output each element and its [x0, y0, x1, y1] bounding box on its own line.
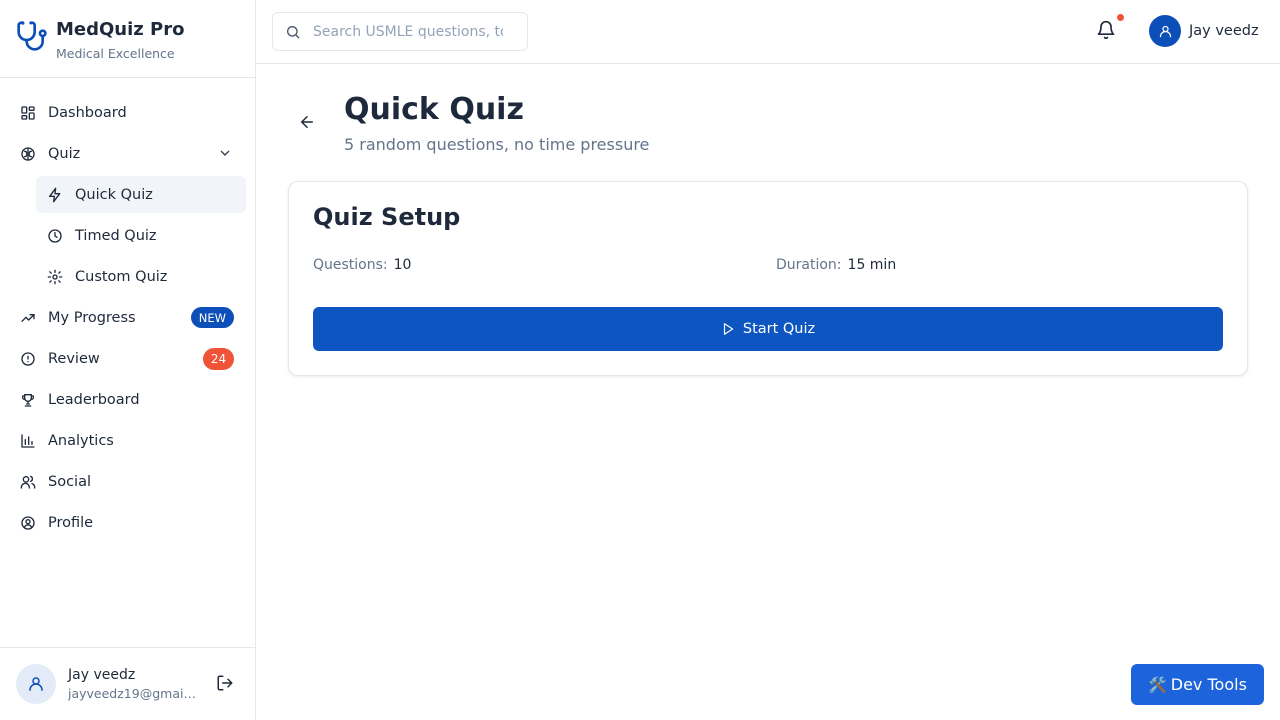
card-title: Quiz Setup [313, 203, 461, 231]
top-header: Jay veedz [256, 0, 1280, 64]
quiz-setup-card: Quiz Setup Questions: 10 Duration: 15 min … [288, 181, 1248, 376]
trending-up-icon [20, 310, 36, 326]
duration-value: 15 min [847, 257, 897, 273]
sidebar-item-my-progress[interactable]: My Progress NEW [9, 299, 246, 336]
logout-icon[interactable] [216, 674, 234, 692]
brand[interactable]: MedQuiz Pro Medical Excellence [0, 0, 255, 78]
sidebar-item-quiz[interactable]: Quiz [9, 135, 246, 172]
trophy-icon [20, 392, 36, 408]
duration-label: Duration: [776, 257, 842, 273]
sidebar-item-label: Timed Quiz [75, 227, 157, 244]
sidebar-item-label: Quiz [48, 145, 81, 162]
sidebar-item-custom-quiz[interactable]: Custom Quiz [36, 258, 246, 295]
page-title: Quick Quiz [344, 92, 524, 127]
brand-title: MedQuiz Pro [56, 19, 185, 40]
sidebar-item-profile[interactable]: Profile [9, 504, 246, 541]
page-subtitle: 5 random questions, no time pressure [344, 135, 650, 154]
clock-icon [47, 228, 63, 244]
sidebar-item-label: Leaderboard [48, 391, 140, 408]
header-user-menu[interactable]: Jay veedz [1149, 15, 1259, 47]
dashboard-grid-icon [20, 105, 36, 121]
sidebar-item-quick-quiz[interactable]: Quick Quiz [36, 176, 246, 213]
sidebar: MedQuiz Pro Medical Excellence Dashboard… [0, 0, 256, 720]
sidebar-item-label: Social [48, 473, 91, 490]
gear-icon [47, 269, 63, 285]
sidebar-item-review[interactable]: Review 24 [9, 340, 246, 377]
back-arrow-icon[interactable] [298, 113, 318, 133]
start-quiz-label: Start Quiz [742, 321, 816, 337]
user-email: jayveedz19@gmail.com [68, 686, 198, 701]
questions-info: Questions: 10 [313, 257, 411, 273]
new-badge: NEW [190, 307, 234, 328]
questions-label: Questions: [313, 257, 388, 273]
avatar[interactable] [16, 664, 56, 704]
review-count-badge: 24 [203, 348, 234, 370]
search-input[interactable] [313, 23, 503, 40]
bell-icon[interactable] [1096, 20, 1118, 42]
sidebar-item-social[interactable]: Social [9, 463, 246, 500]
sidebar-item-label: Analytics [48, 432, 114, 449]
sidebar-item-label: Quick Quiz [75, 186, 153, 203]
bar-chart-icon [20, 433, 36, 449]
sidebar-item-timed-quiz[interactable]: Timed Quiz [36, 217, 246, 254]
alert-circle-icon [20, 351, 36, 367]
questions-value: 10 [393, 257, 412, 273]
brand-subtitle: Medical Excellence [56, 46, 175, 61]
start-quiz-button[interactable]: Start Quiz [313, 307, 1223, 351]
users-icon [20, 474, 36, 490]
duration-info: Duration: 15 min [776, 257, 896, 273]
sidebar-item-label: Custom Quiz [75, 268, 168, 285]
sidebar-nav: Dashboard Quiz Quick Quiz Timed Quiz Cus… [0, 78, 255, 541]
header-user-name: Jay veedz [1189, 23, 1259, 39]
user-icon [1159, 25, 1171, 37]
sidebar-item-label: Profile [48, 514, 94, 531]
user-circle-icon [20, 515, 36, 531]
dev-tools-button[interactable]: 🛠️ Dev Tools [1131, 664, 1264, 705]
play-icon [723, 323, 734, 335]
lightning-icon [47, 187, 63, 203]
sidebar-item-label: Review [48, 350, 100, 367]
dev-tools-label: Dev Tools [1170, 675, 1247, 694]
user-name: Jay veedz [68, 667, 136, 683]
search-icon [287, 25, 300, 38]
avatar [1149, 15, 1181, 47]
sidebar-user-card: Jay veedz jayveedz19@gmail.com [0, 647, 256, 720]
sidebar-item-label: My Progress [48, 309, 136, 326]
sidebar-item-leaderboard[interactable]: Leaderboard [9, 381, 246, 418]
user-icon [29, 677, 43, 691]
chevron-down-icon[interactable] [217, 145, 233, 161]
brain-icon [20, 146, 36, 162]
search-box[interactable] [272, 12, 528, 51]
sidebar-item-analytics[interactable]: Analytics [9, 422, 246, 459]
tools-icon: 🛠️ [1148, 675, 1167, 694]
notification-dot [1117, 14, 1124, 21]
stethoscope-icon [17, 21, 47, 51]
sidebar-item-dashboard[interactable]: Dashboard [9, 94, 246, 131]
sidebar-item-label: Dashboard [48, 104, 127, 121]
